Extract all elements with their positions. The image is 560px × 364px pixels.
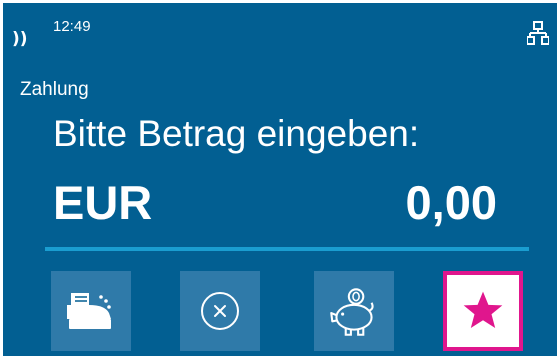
network-icon [527,21,549,45]
currency-label: EUR [53,176,153,229]
section-title: Zahlung [20,79,89,100]
amount-display: 0,00 [405,176,497,229]
receipt-printer-icon [67,293,111,329]
favorite-button[interactable] [443,271,523,351]
savings-button[interactable] [314,271,394,351]
contactless-icon: )) [12,29,28,49]
amount-prompt: Bitte Betrag eingeben: [53,113,420,154]
star-icon [463,291,503,329]
piggy-bank-icon [330,288,374,336]
cancel-circle-icon [201,292,239,330]
receipt-printer-button[interactable] [51,271,131,351]
clock: 12:49 [53,18,91,35]
cancel-button[interactable] [180,271,260,351]
divider [45,247,529,251]
status-bar: )) 12:49 [3,3,557,48]
payment-screen: )) 12:49 Zahlung Bitte Betrag eingeben: … [3,3,557,356]
